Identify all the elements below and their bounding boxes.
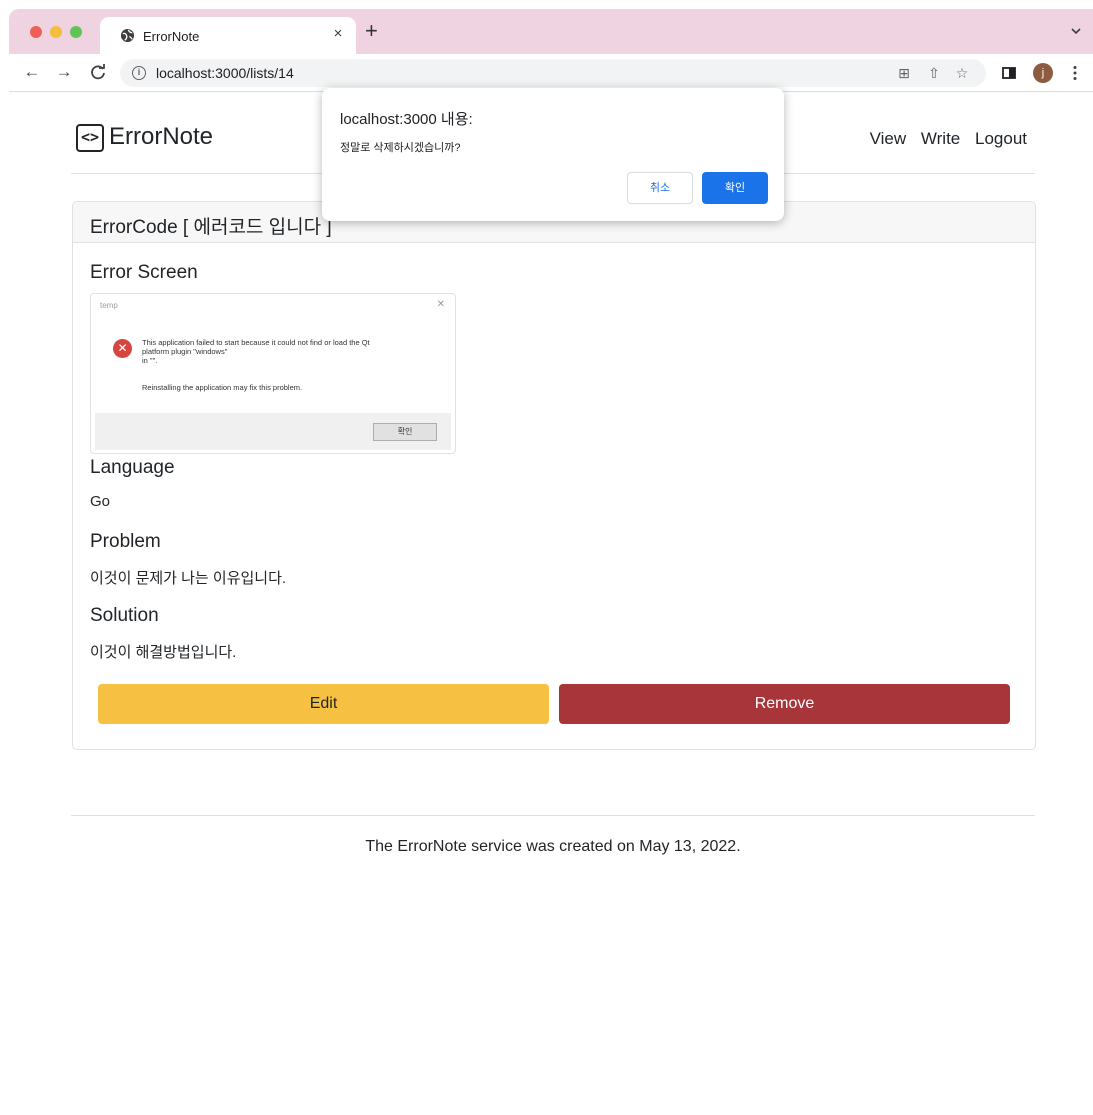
tab-close-icon[interactable]: × xyxy=(328,25,348,42)
card-title: ErrorCode [ 에러코드 입니다 ] xyxy=(90,217,332,238)
error-icon: ✕ xyxy=(113,339,132,358)
screenshot-ok-button: 확인 xyxy=(373,423,437,441)
dialog-message: 정말로 삭제하시겠습니까? xyxy=(340,142,461,154)
star-icon[interactable]: ☆ xyxy=(954,65,970,81)
back-icon[interactable]: ← xyxy=(22,62,42,82)
error-card: ErrorCode [ 에러코드 입니다 ] Error Screen temp… xyxy=(72,201,1036,750)
footer-divider xyxy=(71,815,1035,816)
solution-heading: Solution xyxy=(90,605,159,626)
chevron-down-icon[interactable] xyxy=(1069,24,1083,38)
language-heading: Language xyxy=(90,457,175,478)
browser-tab[interactable]: ErrorNote × xyxy=(100,17,356,54)
sidebar-icon[interactable] xyxy=(999,63,1019,83)
dialog-title: localhost:3000 내용: xyxy=(340,111,473,128)
info-icon[interactable]: i xyxy=(132,66,146,80)
main-nav: View Write Logout xyxy=(860,129,1027,149)
footer-text: The ErrorNote service was created on May… xyxy=(365,838,741,855)
screenshot-message: This application failed to start because… xyxy=(142,338,432,365)
nav-logout[interactable]: Logout xyxy=(975,129,1027,148)
close-icon: ✕ xyxy=(436,299,445,310)
page-content: <> ErrorNote View Write Logout ErrorCode… xyxy=(9,93,1093,1115)
nav-view[interactable]: View xyxy=(870,129,907,148)
edit-button[interactable]: Edit xyxy=(98,684,549,724)
screenshot-line: Reinstalling the application may fix thi… xyxy=(142,383,303,392)
brand-name: ErrorNote xyxy=(109,123,214,150)
tab-title: ErrorNote xyxy=(143,29,200,44)
problem-heading: Problem xyxy=(90,531,161,552)
url-text[interactable]: localhost:3000/lists/14 xyxy=(156,65,294,81)
code-icon: <> xyxy=(76,124,104,152)
language-value: Go xyxy=(90,493,111,510)
remove-button[interactable]: Remove xyxy=(559,684,1010,724)
share-icon[interactable]: ⇧ xyxy=(926,65,942,81)
minimize-window-button[interactable] xyxy=(50,26,62,38)
solution-text: 이것이 해결방법입니다. xyxy=(90,644,237,661)
browser-toolbar: ← → i localhost:3000/lists/14 ⊞ ⇧ ☆ j xyxy=(9,54,1093,92)
screenshot-window-title: temp xyxy=(100,301,118,310)
globe-icon xyxy=(120,28,135,43)
zoom-window-button[interactable] xyxy=(70,26,82,38)
screenshot-line: This application failed to start because… xyxy=(142,338,370,347)
screenshot-line: in "". xyxy=(142,356,158,365)
problem-text: 이것이 문제가 나는 이유입니다. xyxy=(90,570,287,587)
forward-icon[interactable]: → xyxy=(54,62,74,82)
close-window-button[interactable] xyxy=(30,26,42,38)
error-screenshot: temp ✕ ✕ This application failed to star… xyxy=(90,293,456,454)
screenshot-line: platform plugin "windows" xyxy=(142,347,228,356)
address-bar[interactable]: i localhost:3000/lists/14 ⊞ ⇧ ☆ xyxy=(120,59,986,87)
cancel-button[interactable]: 취소 xyxy=(627,172,693,204)
screenshot-footer: 확인 xyxy=(95,413,451,450)
confirm-dialog: localhost:3000 내용: 정말로 삭제하시겠습니까? 취소 확인 xyxy=(322,88,784,221)
confirm-button[interactable]: 확인 xyxy=(702,172,768,204)
new-tab-icon[interactable]: + xyxy=(365,20,378,42)
translate-icon[interactable]: ⊞ xyxy=(896,65,912,81)
avatar[interactable]: j xyxy=(1033,63,1053,83)
reload-icon[interactable] xyxy=(88,62,108,82)
menu-icon[interactable] xyxy=(1065,63,1085,83)
nav-write[interactable]: Write xyxy=(921,129,960,148)
tab-bar: ErrorNote × + xyxy=(9,9,1093,54)
error-screen-heading: Error Screen xyxy=(90,262,198,283)
